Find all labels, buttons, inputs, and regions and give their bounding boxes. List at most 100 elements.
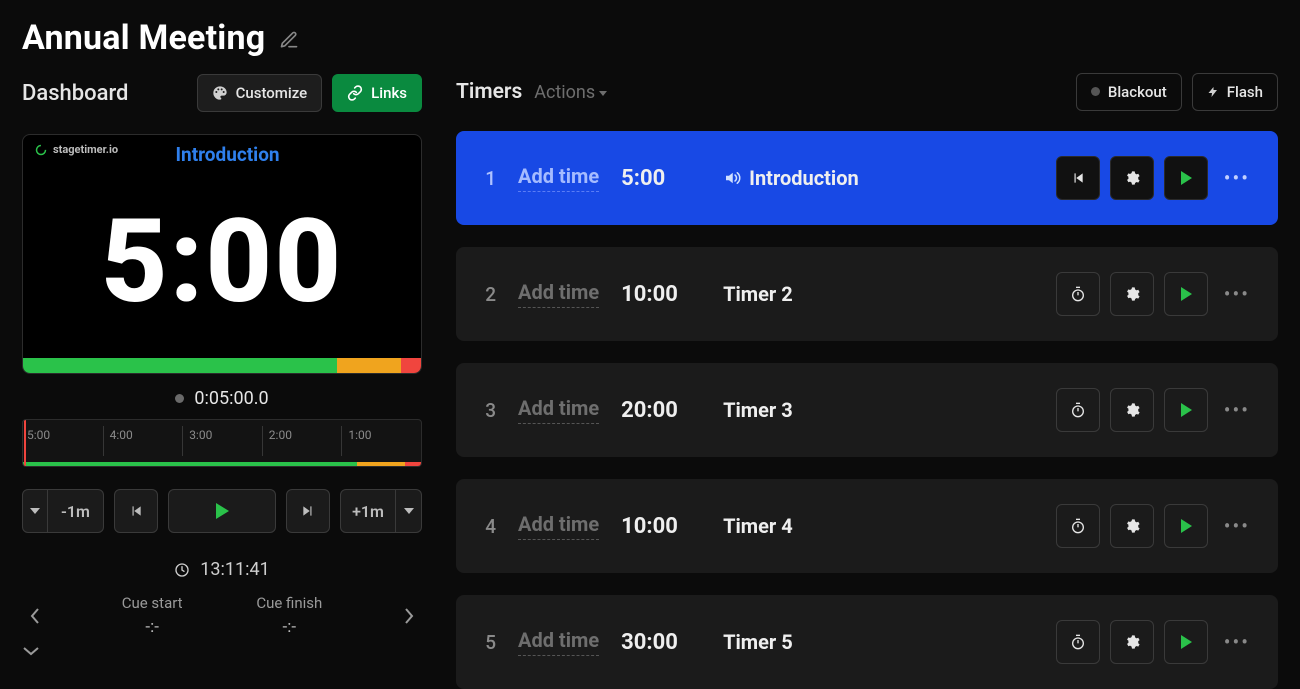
- page-title: Annual Meeting: [22, 18, 265, 58]
- ruler-tick: 3:00: [182, 426, 212, 456]
- cue-start-label: Cue start: [122, 592, 183, 615]
- preview-big-time: 5:00: [23, 204, 421, 320]
- caret-down-icon: [30, 508, 40, 514]
- preview-progress-bar: [23, 358, 421, 373]
- actions-dropdown[interactable]: Actions: [534, 82, 607, 103]
- gear-icon: [1124, 402, 1140, 418]
- minus-1m-button[interactable]: -1m: [48, 489, 104, 533]
- add-time-button[interactable]: Add time: [518, 164, 599, 192]
- timer-row[interactable]: 1 Add time 5:00 Introduction •••: [456, 131, 1278, 225]
- gear-icon: [1124, 518, 1140, 534]
- brand-ring-icon: [35, 144, 47, 156]
- skip-forward-button[interactable]: [286, 489, 330, 533]
- flash-label: Flash: [1227, 83, 1263, 101]
- timeline-progress: [23, 462, 421, 466]
- ruler-tick: 4:00: [103, 426, 133, 456]
- timer-play-button[interactable]: [1164, 504, 1208, 548]
- plus-dropdown-button[interactable]: [396, 489, 422, 533]
- bolt-icon: [1207, 84, 1219, 100]
- palette-icon: [212, 85, 228, 101]
- add-time-button[interactable]: Add time: [518, 512, 599, 540]
- plus-1m-button[interactable]: +1m: [340, 489, 396, 533]
- timer-play-button[interactable]: [1164, 272, 1208, 316]
- timer-stopwatch-button[interactable]: [1056, 620, 1100, 664]
- timer-stopwatch-button[interactable]: [1056, 272, 1100, 316]
- skip-back-button[interactable]: [114, 489, 158, 533]
- ruler-tick: 5:00: [23, 426, 50, 456]
- gear-icon: [1124, 170, 1140, 186]
- stopwatch-icon: [1070, 402, 1086, 418]
- dashboard-label: Dashboard: [22, 81, 128, 106]
- dot-icon: [1091, 87, 1100, 96]
- timer-row[interactable]: 4 Add time 10:00 Timer 4 •••: [456, 479, 1278, 573]
- timer-more-button[interactable]: •••: [1218, 392, 1256, 428]
- links-button[interactable]: Links: [332, 74, 422, 112]
- play-icon: [216, 503, 229, 519]
- add-time-button[interactable]: Add time: [518, 396, 599, 424]
- timer-stopwatch-button[interactable]: [1056, 388, 1100, 432]
- timer-play-button[interactable]: [1164, 620, 1208, 664]
- ruler-tick: 1:00: [341, 426, 371, 456]
- stopwatch-icon: [1070, 518, 1086, 534]
- play-icon: [1181, 287, 1192, 301]
- ruler-tick: 2:00: [262, 426, 292, 456]
- play-icon: [1181, 635, 1192, 649]
- timer-name[interactable]: Timer 5: [723, 630, 793, 654]
- timer-index: 3: [478, 399, 496, 422]
- timer-settings-button[interactable]: [1110, 620, 1154, 664]
- customize-button[interactable]: Customize: [197, 74, 323, 112]
- timer-row[interactable]: 5 Add time 30:00 Timer 5 •••: [456, 595, 1278, 689]
- timer-more-button[interactable]: •••: [1218, 624, 1256, 660]
- timer-duration[interactable]: 10:00: [621, 514, 701, 539]
- sound-icon: [723, 169, 741, 187]
- timer-index: 5: [478, 631, 496, 654]
- timer-more-button[interactable]: •••: [1218, 276, 1256, 312]
- caret-down-icon: [404, 508, 414, 514]
- timer-settings-button[interactable]: [1110, 156, 1154, 200]
- playhead[interactable]: [24, 420, 26, 466]
- flash-button[interactable]: Flash: [1192, 73, 1278, 111]
- blackout-button[interactable]: Blackout: [1076, 73, 1182, 111]
- timer-settings-button[interactable]: [1110, 504, 1154, 548]
- timer-name[interactable]: Timer 2: [723, 282, 793, 306]
- edit-title-icon[interactable]: [279, 30, 299, 50]
- add-time-button[interactable]: Add time: [518, 280, 599, 308]
- timer-index: 2: [478, 283, 496, 306]
- timer-row[interactable]: 2 Add time 10:00 Timer 2 •••: [456, 247, 1278, 341]
- timer-stopwatch-button[interactable]: [1056, 504, 1100, 548]
- timer-more-button[interactable]: •••: [1218, 160, 1256, 196]
- timer-more-button[interactable]: •••: [1218, 508, 1256, 544]
- timer-play-button[interactable]: [1164, 156, 1208, 200]
- timer-duration[interactable]: 5:00: [621, 166, 701, 191]
- play-icon: [1181, 171, 1192, 185]
- cue-start-value: -:-: [122, 615, 183, 641]
- timer-play-button[interactable]: [1164, 388, 1208, 432]
- expand-cues-button[interactable]: [22, 646, 422, 656]
- plus-1m-label: +1m: [352, 502, 384, 521]
- add-time-button[interactable]: Add time: [518, 628, 599, 656]
- timer-reset-button[interactable]: [1056, 156, 1100, 200]
- links-button-label: Links: [371, 84, 407, 102]
- timer-settings-button[interactable]: [1110, 388, 1154, 432]
- timer-duration[interactable]: 20:00: [621, 398, 701, 423]
- timer-duration[interactable]: 30:00: [621, 630, 701, 655]
- clock-time: 13:11:41: [200, 559, 269, 580]
- timer-row[interactable]: 3 Add time 20:00 Timer 3 •••: [456, 363, 1278, 457]
- stopwatch-icon: [1070, 286, 1086, 302]
- timer-index: 4: [478, 515, 496, 538]
- cue-prev-button[interactable]: [22, 600, 48, 632]
- timer-index: 1: [478, 167, 496, 190]
- timer-settings-button[interactable]: [1110, 272, 1154, 316]
- gear-icon: [1124, 286, 1140, 302]
- minus-dropdown-button[interactable]: [22, 489, 48, 533]
- timers-label: Timers: [456, 80, 522, 104]
- timer-duration[interactable]: 10:00: [621, 282, 701, 307]
- timeline[interactable]: 5:00 4:00 3:00 2:00 1:00: [22, 419, 422, 467]
- cue-next-button[interactable]: [396, 600, 422, 632]
- timer-name[interactable]: Introduction: [723, 166, 859, 190]
- timer-name[interactable]: Timer 3: [723, 398, 793, 422]
- preview-timer-name: Introduction: [175, 143, 279, 166]
- play-pause-button[interactable]: [168, 489, 276, 533]
- timer-name[interactable]: Timer 4: [723, 514, 793, 538]
- cue-finish-value: -:-: [256, 615, 322, 641]
